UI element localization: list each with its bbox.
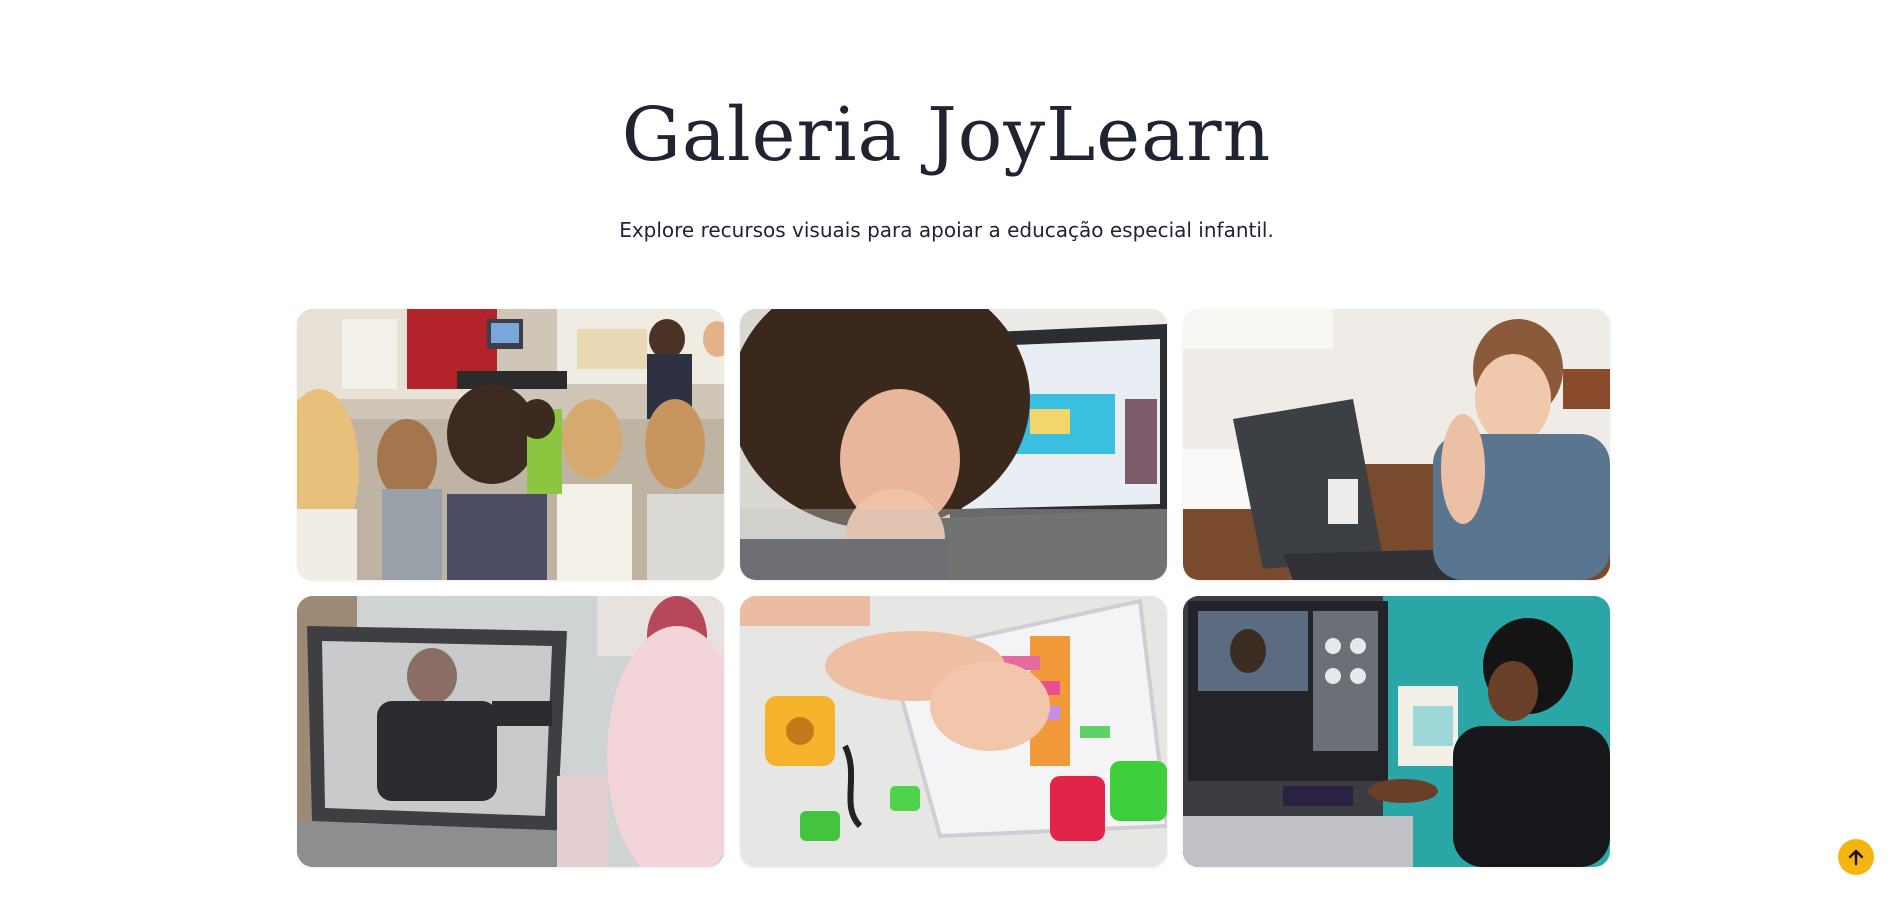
gallery-photo-6[interactable] [1183,596,1610,867]
tablet-coding-blocks-photo [740,596,1167,867]
arrow-up-icon [1848,849,1864,866]
page-title: Galeria JoyLearn [621,92,1272,178]
boy-bored-at-laptop-photo [1183,309,1610,580]
gallery-photo-4[interactable] [297,596,724,867]
gallery-photo-1[interactable] [297,309,724,580]
child-watching-laptop-class-photo [740,309,1167,580]
gallery-photo-2[interactable] [740,309,1167,580]
online-teacher-laptop-photo [297,596,724,867]
gallery-page: Galeria JoyLearn Explore recursos visuai… [0,0,1893,899]
boy-at-computer-videocall-photo [1183,596,1610,867]
photo-gallery [297,309,1610,867]
children-listening-story-photo [297,309,724,580]
page-subtitle: Explore recursos visuais para apoiar a e… [619,218,1274,242]
gallery-photo-5[interactable] [740,596,1167,867]
scroll-to-top-button[interactable] [1838,839,1874,875]
gallery-photo-3[interactable] [1183,309,1610,580]
